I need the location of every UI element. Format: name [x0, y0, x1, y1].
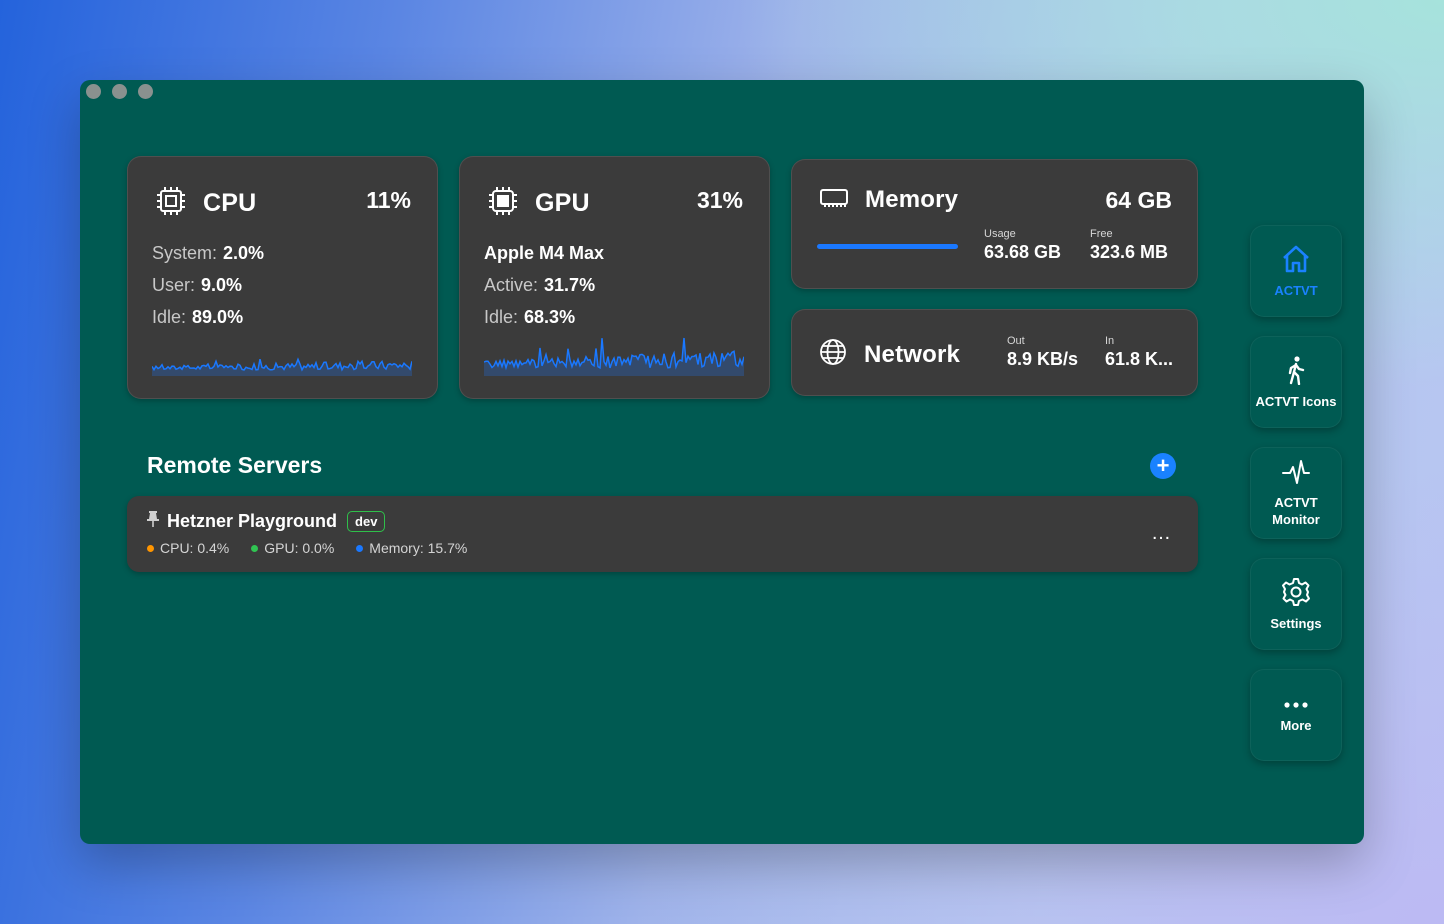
server-memory: Memory: 15.7%: [356, 540, 467, 556]
memory-total: 64 GB: [1105, 187, 1172, 213]
pin-icon[interactable]: [147, 511, 159, 532]
sidebar-item-actvt[interactable]: ACTVT: [1250, 225, 1342, 317]
network-card: Network Out 8.9 KB/s In 61.8 K...: [791, 309, 1198, 396]
server-gpu: GPU: 0.0%: [251, 540, 334, 556]
gpu-stat-active: Active: 31.7%: [484, 275, 596, 295]
sidebar-item-label: ACTVT Monitor: [1272, 495, 1320, 527]
globe-icon: [819, 338, 847, 371]
gear-icon: [1281, 577, 1311, 610]
sidebar-item-label: More: [1280, 717, 1312, 733]
cpu-title: CPU: [203, 189, 257, 217]
cpu-dot-icon: [147, 544, 154, 552]
server-more-button[interactable]: …: [1151, 522, 1172, 545]
cpu-stat-system: System: 2.0%: [152, 243, 265, 263]
gpu-name: Apple M4 Max: [484, 243, 605, 263]
network-title: Network: [864, 340, 961, 368]
memory-card-header: Memory: [819, 186, 958, 214]
server-name: Hetzner Playground: [167, 511, 338, 531]
gpu-stats: Apple M4 Max Active: 31.7% Idle: 68.3%: [484, 237, 604, 333]
gpu-chip-icon: [487, 185, 519, 222]
memory-dot-icon: [356, 544, 364, 552]
memory-title: Memory: [865, 186, 959, 213]
cpu-chip-icon: [155, 185, 187, 222]
cpu-percent: 11%: [366, 187, 411, 213]
zoom-window-button[interactable]: [138, 84, 153, 99]
server-tag: dev: [347, 511, 386, 532]
server-header: Hetzner Playground dev: [147, 511, 386, 532]
walking-person-icon: [1284, 355, 1308, 388]
window-controls: [86, 84, 153, 99]
sidebar-item-settings[interactable]: Settings: [1250, 558, 1342, 650]
sidebar-item-actvt-monitor[interactable]: ACTVT Monitor: [1250, 447, 1342, 539]
memory-free: Free 323.6 MB: [1090, 228, 1169, 262]
gpu-sparkline: [484, 337, 744, 376]
add-server-button[interactable]: +: [1150, 453, 1176, 479]
network-card-header: Network: [819, 338, 960, 371]
memory-usage: Usage 63.68 GB: [984, 228, 1062, 262]
home-icon: [1280, 244, 1312, 277]
sidebar-item-label: Settings: [1270, 615, 1322, 631]
server-cpu: CPU: 0.4%: [147, 540, 229, 556]
gpu-card: GPU 31% Apple M4 Max Active: 31.7% Idle: 6…: [459, 156, 770, 399]
network-in: In 61.8 K...: [1105, 335, 1174, 369]
server-row[interactable]: Hetzner Playground dev CPU: 0.4% GPU: 0.…: [127, 496, 1198, 572]
cpu-stat-idle: Idle: 89.0%: [152, 307, 244, 327]
cpu-card: CPU 11% System: 2.0% User: 9.0% Idle: 89.0%: [127, 156, 438, 399]
memory-card: Memory 64 GB Usage 63.68 GB Free 323.6 M…: [791, 159, 1198, 289]
cpu-stat-user: User: 9.0%: [152, 275, 243, 295]
gpu-card-header: GPU: [487, 185, 590, 222]
server-stats: CPU: 0.4% GPU: 0.0% Memory: 15.7%: [147, 540, 467, 556]
remote-servers-title: Remote Servers: [147, 452, 323, 478]
gpu-dot-icon: [251, 544, 259, 552]
cpu-card-header: CPU: [155, 185, 256, 222]
sidebar-item-actvt-icons[interactable]: ACTVT Icons: [1250, 336, 1342, 428]
close-window-button[interactable]: [86, 84, 101, 99]
cpu-sparkline: [152, 357, 412, 376]
more-dots-icon: [1283, 697, 1309, 712]
gpu-title: GPU: [535, 189, 590, 217]
sidebar-item-more[interactable]: More: [1250, 669, 1342, 761]
app-window: CPU 11% System: 2.0% User: 9.0% Idle: 89.0%…: [80, 80, 1364, 844]
gpu-stat-idle: Idle: 68.3%: [484, 307, 576, 327]
sidebar-item-label: ACTVT: [1274, 282, 1318, 298]
gpu-percent: 31%: [696, 187, 743, 213]
memory-icon: [819, 187, 849, 214]
network-out: Out 8.9 KB/s: [1007, 335, 1079, 369]
minimize-window-button[interactable]: [112, 84, 127, 99]
sidebar-item-label: ACTVT Icons: [1255, 393, 1337, 409]
memory-usage-bar: [817, 244, 958, 249]
pulse-icon: [1281, 458, 1311, 489]
cpu-stats: System: 2.0% User: 9.0% Idle: 89.0%: [152, 237, 264, 333]
